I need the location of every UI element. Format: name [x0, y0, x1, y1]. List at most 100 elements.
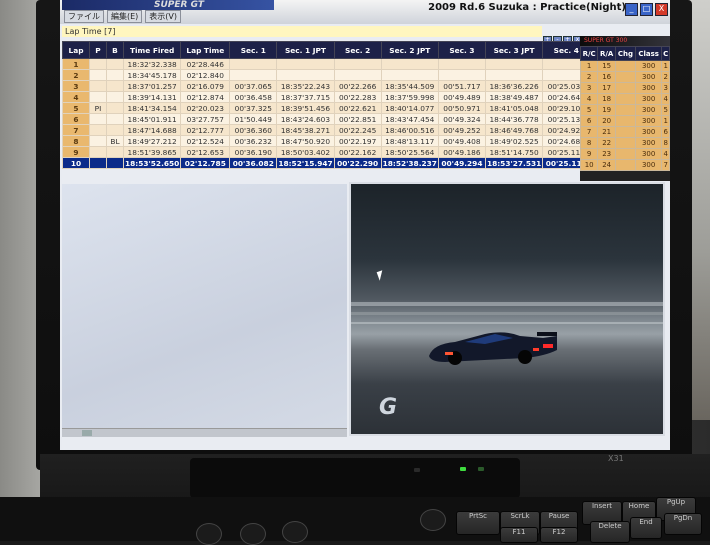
standby-led-icon [478, 467, 484, 471]
table-cell: 18:41'34.154 [122, 102, 182, 114]
table-row[interactable]: 2 16 300 2 [579, 71, 670, 83]
table-cell: 00'22.197 [333, 135, 382, 147]
table-row[interactable]: 4 18:39'14.131 02'12.874 00'36.458 18:37'37.… [62, 91, 618, 103]
table-cell: 18:53'27.531 [484, 157, 544, 169]
table-cell [89, 113, 107, 125]
table-cell: PI [89, 102, 107, 114]
table-cell: 00'22.851 [333, 113, 382, 125]
column-header[interactable]: Sec. 3 [437, 41, 486, 59]
menu-file[interactable]: ファイル [64, 10, 104, 23]
close-button[interactable]: X [655, 3, 668, 16]
table-cell [106, 58, 124, 70]
table-cell [89, 91, 107, 103]
table-cell [615, 82, 636, 94]
table-cell: 18:43'47.454 [380, 113, 439, 125]
table-cell: 18:45'01.911 [122, 113, 182, 125]
column-header[interactable]: R/C [579, 46, 599, 61]
minimize-button[interactable]: _ [625, 3, 638, 16]
table-row[interactable]: 1 15 300 1 [579, 60, 670, 72]
table-cell: 7 [579, 126, 599, 138]
table-cell: 18:40'14.077 [380, 102, 439, 114]
table-cell [484, 69, 544, 81]
table-row[interactable]: 10 18:53'52.650 02'12.785 00'36.082 18:52'15… [62, 157, 618, 169]
column-header[interactable]: Time Fired [122, 41, 182, 59]
column-header[interactable]: Sec. 2 [333, 41, 382, 59]
table-cell: 1 [661, 115, 670, 127]
column-header[interactable]: Chg [615, 46, 636, 61]
table-cell: 300 [634, 104, 663, 116]
column-header[interactable]: R/A [597, 46, 616, 61]
video-feed: G [349, 182, 665, 436]
table-cell [380, 58, 439, 70]
table-cell: 00'36.232 [229, 135, 278, 147]
table-cell: 15 [597, 60, 616, 72]
table-cell [437, 69, 486, 81]
key-end[interactable]: End [630, 517, 662, 539]
table-cell: 18:52'15.947 [276, 157, 335, 169]
table-row[interactable]: 6 20 300 1 [579, 115, 670, 127]
table-cell [89, 69, 107, 81]
table-row[interactable]: 4 18 300 4 [579, 93, 670, 105]
table-cell: 4 [661, 148, 670, 160]
power-button-icon[interactable] [420, 509, 446, 531]
table-cell: 300 [634, 115, 663, 127]
column-header[interactable]: B [106, 41, 124, 59]
media-button-icon[interactable] [282, 521, 308, 543]
column-header[interactable]: Sec. 3 JPT [484, 41, 544, 59]
table-row[interactable]: 6 18:45'01.911 03'27.757 01'50.449 18:43'24.… [62, 113, 618, 125]
table-row[interactable]: 5 19 300 5 [579, 104, 670, 116]
table-cell [89, 124, 107, 136]
column-header[interactable]: Sec. 2 JPT [380, 41, 439, 59]
table-cell: 18:37'59.998 [380, 91, 439, 103]
table-cell: 00'37.065 [229, 80, 278, 92]
menu-view[interactable]: 表示(V) [145, 10, 182, 23]
table-cell: 18:48'13.117 [380, 135, 439, 147]
key-prtsc[interactable]: PrtSc [456, 511, 500, 535]
column-header[interactable]: Sec. 1 JPT [276, 41, 335, 59]
maximize-button[interactable]: □ [640, 3, 653, 16]
column-header[interactable]: Lap [62, 41, 90, 59]
table-cell: 20 [597, 115, 616, 127]
table-cell: 5 [661, 104, 670, 116]
table-row[interactable]: 8 22 300 8 [579, 137, 670, 149]
table-row[interactable]: 3 18:37'01.257 02'16.079 00'37.065 18:35'22.… [62, 80, 618, 92]
menu-edit[interactable]: 編集(E) [107, 10, 143, 23]
table-cell: 21 [597, 126, 616, 138]
table-row[interactable]: 7 21 300 6 [579, 126, 670, 138]
key-delete[interactable]: Delete [590, 521, 630, 543]
table-cell [615, 137, 636, 149]
table-row[interactable]: 218:34'45.17802'12.8406 [62, 69, 618, 81]
table-row[interactable]: 9 23 300 4 [579, 148, 670, 160]
column-header[interactable]: Lap Time [180, 41, 231, 59]
table-cell [276, 69, 335, 81]
column-header[interactable]: C [661, 46, 670, 61]
table-row[interactable]: 8 BL 18:49'27.212 02'12.524 00'36.232 18:47'5… [62, 135, 618, 147]
horizontal-scrollbar[interactable] [62, 428, 347, 437]
table-cell: 300 [634, 82, 663, 94]
table-cell: 3 [62, 80, 90, 92]
table-cell [615, 104, 636, 116]
table-cell: 18:52'38.237 [380, 157, 439, 169]
table-cell: 4 [579, 93, 599, 105]
table-cell: 2 [661, 71, 670, 83]
column-header[interactable]: Class [634, 46, 663, 61]
table-cell: 00'51.717 [437, 80, 486, 92]
table-cell: 00'36.082 [229, 157, 278, 169]
table-cell: 8 [579, 137, 599, 149]
table-row[interactable]: 5 PI 18:41'34.154 02'20.023 00'37.325 18:39'5… [62, 102, 618, 114]
media-button-icon[interactable] [196, 523, 222, 545]
table-row[interactable]: 3 17 300 3 [579, 82, 670, 94]
table-row[interactable]: 118:32'32.33802'28.44618 [62, 58, 618, 70]
table-row[interactable]: 10 24 300 7 [579, 159, 670, 171]
table-cell [333, 58, 382, 70]
scrollbar-thumb[interactable] [82, 430, 92, 436]
table-row[interactable]: 7 18:47'14.688 02'12.777 00'36.360 18:45'38.… [62, 124, 618, 136]
table-cell: 00'36.360 [229, 124, 278, 136]
table-cell: 18 [597, 93, 616, 105]
key-pgdn[interactable]: PgDn [664, 513, 702, 535]
column-header[interactable]: P [89, 41, 107, 59]
table-row[interactable]: 9 18:51'39.865 02'12.653 00'36.190 18:50'03.… [62, 146, 618, 158]
column-header[interactable]: Sec. 1 [229, 41, 278, 59]
media-button-icon[interactable] [240, 523, 266, 545]
table-cell [89, 157, 107, 169]
